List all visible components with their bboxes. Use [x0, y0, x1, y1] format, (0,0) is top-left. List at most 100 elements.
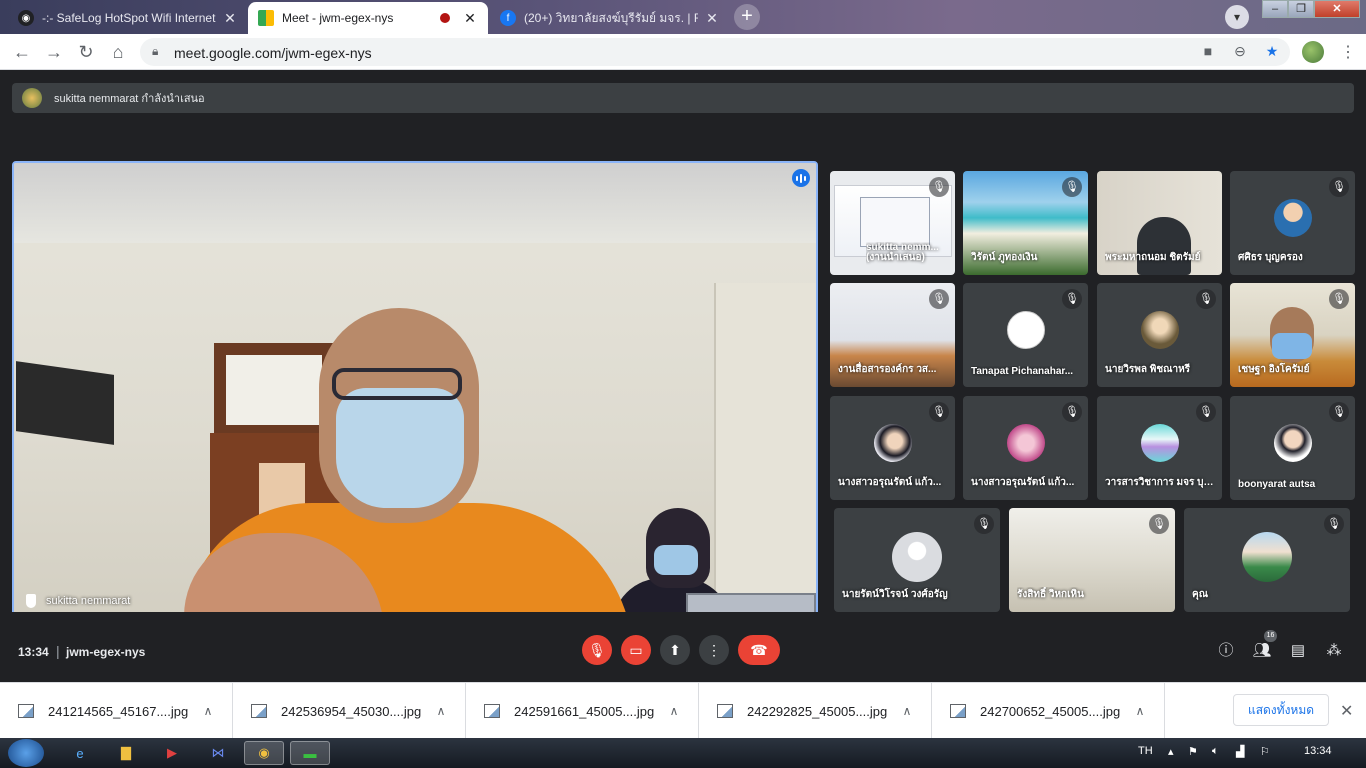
action-center-icon[interactable]: ⚑ [1188, 745, 1198, 758]
download-item[interactable]: 241214565_45167....jpg ∧ [0, 683, 233, 739]
participant-tile[interactable]: 🎙︎ Tanapat Pichanahar... [963, 283, 1088, 387]
people-icon[interactable]: 👥︎ [1252, 642, 1272, 660]
reload-icon[interactable]: ↻ [74, 40, 98, 64]
recording-dot-icon [440, 13, 450, 23]
chevron-up-icon[interactable]: ∧ [1130, 704, 1150, 718]
activities-icon[interactable]: ⁂ [1324, 642, 1344, 660]
mic-off-icon: 🎙︎ [929, 402, 949, 422]
restore-button[interactable]: ❐ [1288, 0, 1314, 18]
video-ceiling [14, 163, 816, 243]
participant-tile[interactable]: 🎙︎ รังสิทธิ์ วิหกเหิน [1009, 508, 1175, 612]
tab-meet[interactable]: Meet - jwm-egex-nys ✕ [248, 2, 488, 34]
participant-name: งานสื่อสารองค์กร วส... [838, 364, 937, 375]
taskbar-clock[interactable]: 13:34 [1304, 745, 1332, 757]
leave-call-button[interactable]: ☎ [738, 635, 780, 665]
participant-tile[interactable]: 🎙︎ วิรัตน์ ภูทองเงิน [963, 171, 1088, 275]
mic-off-icon: 🎙︎ [1329, 402, 1349, 422]
download-item[interactable]: 242700652_45005....jpg ∧ [932, 683, 1165, 739]
participant-tile[interactable]: 🎙︎ วารสารวิชาการ มจร บุรี... [1097, 396, 1222, 500]
download-item[interactable]: 242292825_45005....jpg ∧ [699, 683, 932, 739]
mic-off-icon: 🎙︎ [1062, 177, 1082, 197]
media-player-icon[interactable]: ▶ [152, 741, 192, 765]
ie-icon[interactable]: e [60, 741, 100, 765]
participant-tile[interactable]: 🎙︎ นายรัตน์วิโรจน์ วงศ์อรัญ [834, 508, 1000, 612]
participant-tile[interactable]: 🎙︎ งานสื่อสารองค์กร วส... [830, 283, 955, 387]
chevron-up-icon[interactable]: ∧ [431, 704, 451, 718]
show-all-downloads-button[interactable]: แสดงทั้งหมด [1233, 694, 1329, 726]
window-close-button[interactable]: ✕ [1314, 0, 1360, 18]
vs-icon[interactable]: ⋈ [198, 741, 238, 765]
participant-tile[interactable]: 🎙︎ นางสาวอรุณรัตน์ แก้ว... [830, 396, 955, 500]
close-icon[interactable]: ✕ [462, 10, 478, 27]
participant-name: วิรัตน์ ภูทองเงิน [971, 252, 1038, 263]
profile-avatar[interactable] [1302, 41, 1324, 63]
file-explorer-icon[interactable]: ▇ [106, 741, 146, 765]
download-item[interactable]: 242536954_45030....jpg ∧ [233, 683, 466, 739]
meet-logo-icon [258, 10, 274, 26]
tab-facebook[interactable]: f (20+) วิทยาลัยสงฆ์บุรีรัมย์ มจร. | Fa … [490, 2, 730, 34]
chat-icon[interactable]: ▤ [1288, 642, 1308, 660]
main-speaker-video[interactable]: sukitta nemmarat [12, 161, 818, 620]
presenting-text: sukitta nemmarat กำลังนำเสนอ [54, 93, 205, 105]
speaker-mask [336, 388, 464, 508]
close-icon[interactable]: ✕ [1340, 701, 1353, 721]
participant-tile[interactable]: 🎙︎ นางสาวอรุณรัตน์ แก้ว... [963, 396, 1088, 500]
volume-icon[interactable]: 🔈︎ [1212, 745, 1219, 758]
participant-tile[interactable]: 🎙︎ นายวิรพล พิชณาหรี [1097, 283, 1222, 387]
chevron-up-icon[interactable]: ∧ [664, 704, 684, 718]
presenting-banner: sukitta nemmarat กำลังนำเสนอ [12, 83, 1354, 113]
chevron-up-icon[interactable]: ∧ [198, 704, 218, 718]
mic-off-icon: 🎙︎ [929, 177, 949, 197]
address-bar[interactable]: 🔒︎ meet.google.com/jwm-egex-nys ■ ⊖ ★ [140, 38, 1290, 66]
minimize-button[interactable]: – [1262, 0, 1288, 18]
image-file-icon [484, 704, 500, 718]
line-icon[interactable]: ▬ [290, 741, 330, 765]
pin-icon[interactable] [26, 594, 36, 608]
more-menu-icon[interactable]: ⋮ [1340, 42, 1356, 62]
more-options-button[interactable]: ⋮ [699, 635, 729, 665]
participant-avatar [1273, 199, 1312, 237]
bookmark-star-icon[interactable]: ★ [1262, 43, 1282, 61]
mic-toggle-button[interactable]: 🎙︎ [582, 635, 612, 665]
tab-search-icon[interactable]: ▾ [1225, 5, 1249, 29]
camera-icon[interactable]: ■ [1198, 43, 1218, 61]
lock-icon[interactable]: 🔒︎ [152, 44, 158, 59]
tile-chair [1137, 217, 1191, 275]
participant-tile[interactable]: 🎙︎ boonyarat autsa [1230, 396, 1355, 500]
close-icon[interactable]: ✕ [704, 10, 720, 27]
meeting-info-icon[interactable]: ⓘ [1216, 642, 1236, 660]
meet-stage: sukitta nemmarat กำลังนำเสนอ sukitta nem… [0, 70, 1366, 682]
participant-name: นายวิรพล พิชณาหรี [1105, 364, 1191, 375]
participant-name: พระมหาถนอม ชิตรัมย์ [1105, 252, 1201, 263]
chrome-icon[interactable]: ◉ [244, 741, 284, 765]
participant-name-line2: (งานนำเสนอ) [866, 252, 925, 263]
new-tab-button[interactable]: + [734, 4, 760, 30]
meeting-controls-bar: 13:34 | jwm-egex-nys 🎙︎ ▭ ⬆ ⋮ ☎ ⓘ 👥︎ 16 … [0, 612, 1366, 682]
network-icon[interactable]: ⚐ [1260, 745, 1270, 758]
participant-tile[interactable]: 🎙︎ ศศิธร บุญครอง [1230, 171, 1355, 275]
download-item[interactable]: 242591661_45005....jpg ∧ [466, 683, 699, 739]
presenter-avatar [22, 88, 42, 108]
camera-off-icon: ▭ [629, 641, 643, 658]
back-icon[interactable]: ← [10, 40, 34, 64]
signal-icon[interactable]: ▟ [1236, 745, 1244, 758]
forward-icon[interactable]: → [42, 40, 66, 64]
participant-tile[interactable]: 🎙︎ sukitta nemm... (งานนำเสนอ) [830, 171, 955, 275]
close-icon[interactable]: ✕ [222, 10, 238, 27]
participant-tile[interactable]: 🎙︎ เชษฐา อิงโครัมย์ [1230, 283, 1355, 387]
home-icon[interactable]: ⌂ [106, 40, 130, 64]
participant-tile[interactable]: 🎙︎ คุณ [1184, 508, 1350, 612]
tab-safelog[interactable]: ◉ -:- SafeLog HotSpot Wifi Internet ✕ [8, 2, 248, 34]
tray-chevron-icon[interactable]: ▴ [1168, 745, 1174, 758]
mic-off-icon: 🎙︎ [1196, 402, 1216, 422]
participant-tile[interactable]: พระมหาถนอม ชิตรัมย์ [1097, 171, 1222, 275]
camera-toggle-button[interactable]: ▭ [621, 635, 651, 665]
hang-up-icon: ☎ [750, 641, 768, 658]
chevron-up-icon[interactable]: ∧ [897, 704, 917, 718]
present-screen-button[interactable]: ⬆ [660, 635, 690, 665]
mic-off-icon: 🎙︎ [588, 641, 606, 658]
participant-name: นายรัตน์วิโรจน์ วงศ์อรัญ [842, 589, 948, 600]
start-button[interactable] [8, 739, 44, 767]
language-indicator[interactable]: TH [1138, 745, 1153, 757]
zoom-icon[interactable]: ⊖ [1230, 43, 1250, 61]
